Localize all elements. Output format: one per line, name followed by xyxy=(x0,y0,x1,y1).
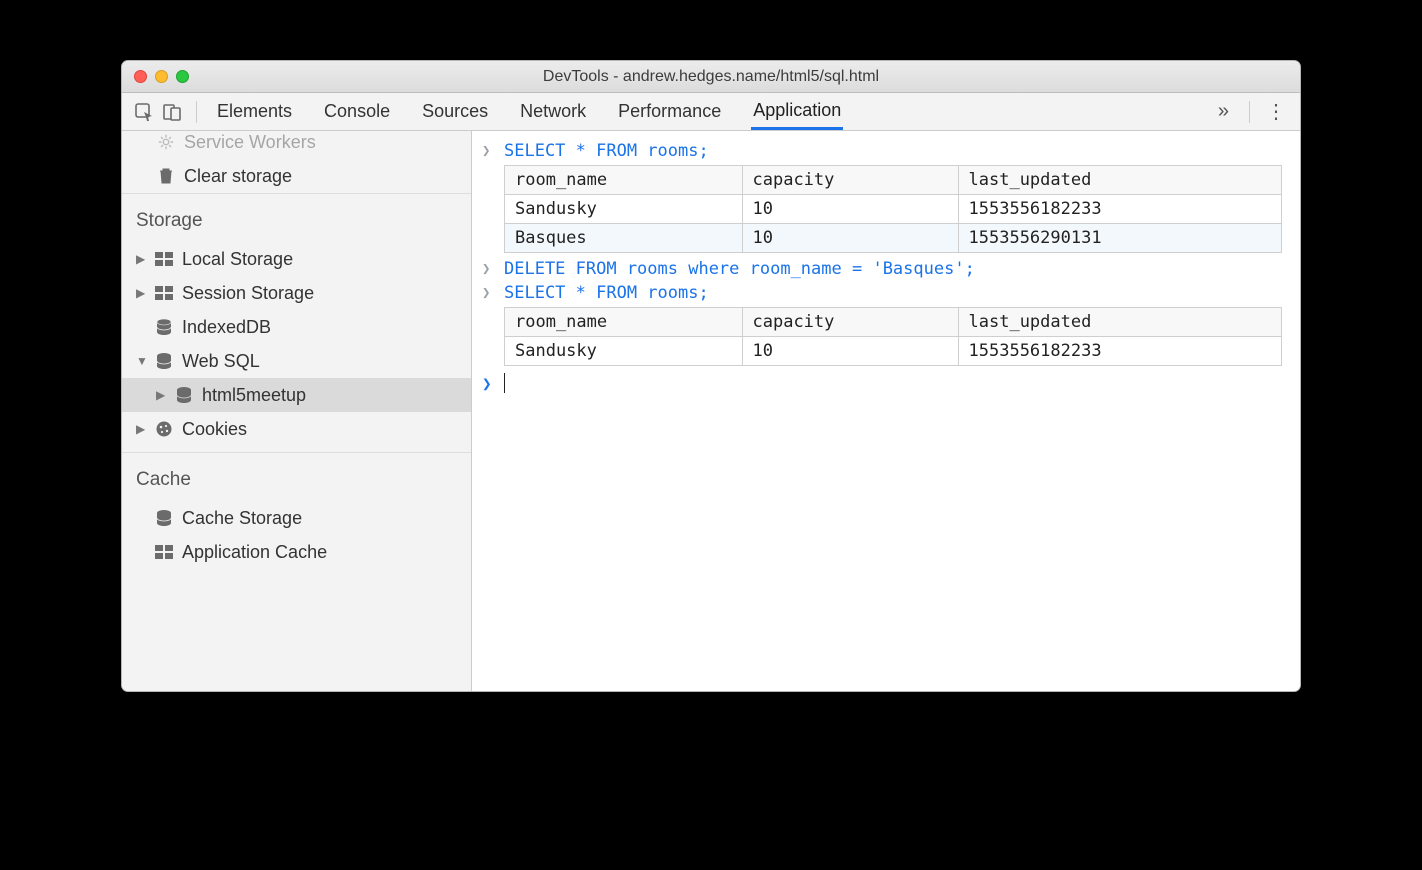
tab-elements[interactable]: Elements xyxy=(215,95,294,128)
devtools-window: DevTools - andrew.hedges.name/html5/sql.… xyxy=(121,60,1301,692)
tab-sources[interactable]: Sources xyxy=(420,95,490,128)
devtools-tabbar: Elements Console Sources Network Perform… xyxy=(122,93,1300,131)
table-cell: Basques xyxy=(505,224,743,253)
table-cell: Sandusky xyxy=(505,337,743,366)
query-text: SELECT * FROM rooms; xyxy=(504,141,709,161)
application-sidebar: Service Workers Clear storage Storage ▶ … xyxy=(122,131,472,691)
sidebar-heading: Cache xyxy=(122,465,471,501)
chevron-right-icon: ▶ xyxy=(156,388,166,402)
window-title: DevTools - andrew.hedges.name/html5/sql.… xyxy=(122,68,1300,86)
sidebar-item-session-storage[interactable]: ▶ Session Storage xyxy=(122,276,471,310)
table-cell: 10 xyxy=(742,337,958,366)
column-header: capacity xyxy=(742,308,958,337)
database-icon xyxy=(154,352,174,370)
titlebar: DevTools - andrew.hedges.name/html5/sql.… xyxy=(122,61,1300,93)
table-cell: 1553556182233 xyxy=(958,195,1281,224)
storage-grid-icon xyxy=(154,286,174,300)
sidebar-item-label: Cookies xyxy=(182,419,247,440)
sidebar-item-application-cache[interactable]: Application Cache xyxy=(122,535,471,569)
storage-grid-icon xyxy=(154,252,174,266)
table-cell: Sandusky xyxy=(505,195,743,224)
table-cell: 10 xyxy=(742,224,958,253)
sidebar-item-label: Clear storage xyxy=(184,166,292,187)
device-toggle-icon[interactable] xyxy=(158,102,186,122)
sidebar-item-local-storage[interactable]: ▶ Local Storage xyxy=(122,242,471,276)
text-cursor xyxy=(504,373,505,393)
sidebar-item-cache-storage[interactable]: Cache Storage xyxy=(122,501,471,535)
query-text: SELECT * FROM rooms; xyxy=(504,283,709,303)
tabs-container: Elements Console Sources Network Perform… xyxy=(215,94,1208,130)
sidebar-item-label: Application Cache xyxy=(182,542,327,563)
column-header: last_updated xyxy=(958,308,1281,337)
table-row: Sandusky 10 1553556182233 xyxy=(505,337,1282,366)
database-icon xyxy=(154,509,174,527)
prompt-icon: ❯ xyxy=(482,259,494,277)
sidebar-item-cookies[interactable]: ▶ Cookies xyxy=(122,412,471,446)
chevron-right-icon: ▶ xyxy=(136,252,146,266)
sidebar-item-label: Service Workers xyxy=(184,132,316,153)
sidebar-item-label: Local Storage xyxy=(182,249,293,270)
tab-application[interactable]: Application xyxy=(751,94,843,130)
database-icon xyxy=(174,386,194,404)
table-cell: 1553556290131 xyxy=(958,224,1281,253)
settings-kebab-icon[interactable]: ⋮ xyxy=(1260,99,1292,124)
column-header: last_updated xyxy=(958,166,1281,195)
prompt-icon: ❯ xyxy=(482,372,494,393)
query-row: ❯ DELETE FROM rooms where room_name = 'B… xyxy=(482,259,1290,279)
sidebar-item-indexeddb[interactable]: IndexedDB xyxy=(122,310,471,344)
chevron-right-icon: ▶ xyxy=(136,422,146,436)
chevron-down-icon: ▼ xyxy=(136,354,146,368)
trash-icon xyxy=(156,167,176,185)
inspect-icon[interactable] xyxy=(130,102,158,122)
column-header: room_name xyxy=(505,308,743,337)
table-header-row: room_name capacity last_updated xyxy=(505,166,1282,195)
devtools-body: Service Workers Clear storage Storage ▶ … xyxy=(122,131,1300,691)
table-cell: 1553556182233 xyxy=(958,337,1281,366)
more-tabs-icon[interactable]: » xyxy=(1208,100,1239,123)
gear-icon xyxy=(156,133,176,151)
console-input-row[interactable]: ❯ xyxy=(482,372,1290,393)
cookie-icon xyxy=(154,420,174,438)
sidebar-item-label: html5meetup xyxy=(202,385,306,406)
column-header: room_name xyxy=(505,166,743,195)
result-table: room_name capacity last_updated Sandusky… xyxy=(504,165,1282,253)
tab-console[interactable]: Console xyxy=(322,95,392,128)
table-cell: 10 xyxy=(742,195,958,224)
chevron-right-icon: ▶ xyxy=(136,286,146,300)
tab-performance[interactable]: Performance xyxy=(616,95,723,128)
websql-console[interactable]: ❯ SELECT * FROM rooms; room_name capacit… xyxy=(472,131,1300,691)
table-row: Sandusky 10 1553556182233 xyxy=(505,195,1282,224)
sidebar-item-web-sql[interactable]: ▼ Web SQL xyxy=(122,344,471,378)
result-table: room_name capacity last_updated Sandusky… xyxy=(504,307,1282,366)
sidebar-item-label: IndexedDB xyxy=(182,317,271,338)
query-row: ❯ SELECT * FROM rooms; xyxy=(482,283,1290,303)
sidebar-section-storage: Storage ▶ Local Storage ▶ Session Storag… xyxy=(122,193,471,452)
sidebar-heading: Storage xyxy=(122,206,471,242)
column-header: capacity xyxy=(742,166,958,195)
sidebar-section-cache: Cache Cache Storage Application Cache xyxy=(122,452,471,575)
storage-grid-icon xyxy=(154,545,174,559)
sidebar-item-clear-storage[interactable]: Clear storage xyxy=(122,159,471,193)
query-text: DELETE FROM rooms where room_name = 'Bas… xyxy=(504,259,975,279)
sidebar-item-label: Session Storage xyxy=(182,283,314,304)
query-row: ❯ SELECT * FROM rooms; xyxy=(482,141,1290,161)
prompt-icon: ❯ xyxy=(482,141,494,159)
database-icon xyxy=(154,318,174,336)
sidebar-item-html5meetup[interactable]: ▶ html5meetup xyxy=(122,378,471,412)
toolbar-separator xyxy=(1249,101,1250,123)
sidebar-item-label: Cache Storage xyxy=(182,508,302,529)
tab-network[interactable]: Network xyxy=(518,95,588,128)
table-row: Basques 10 1553556290131 xyxy=(505,224,1282,253)
prompt-icon: ❯ xyxy=(482,283,494,301)
sidebar-item-service-workers[interactable]: Service Workers xyxy=(122,131,471,159)
table-header-row: room_name capacity last_updated xyxy=(505,308,1282,337)
toolbar-separator xyxy=(196,101,197,123)
sidebar-item-label: Web SQL xyxy=(182,351,260,372)
